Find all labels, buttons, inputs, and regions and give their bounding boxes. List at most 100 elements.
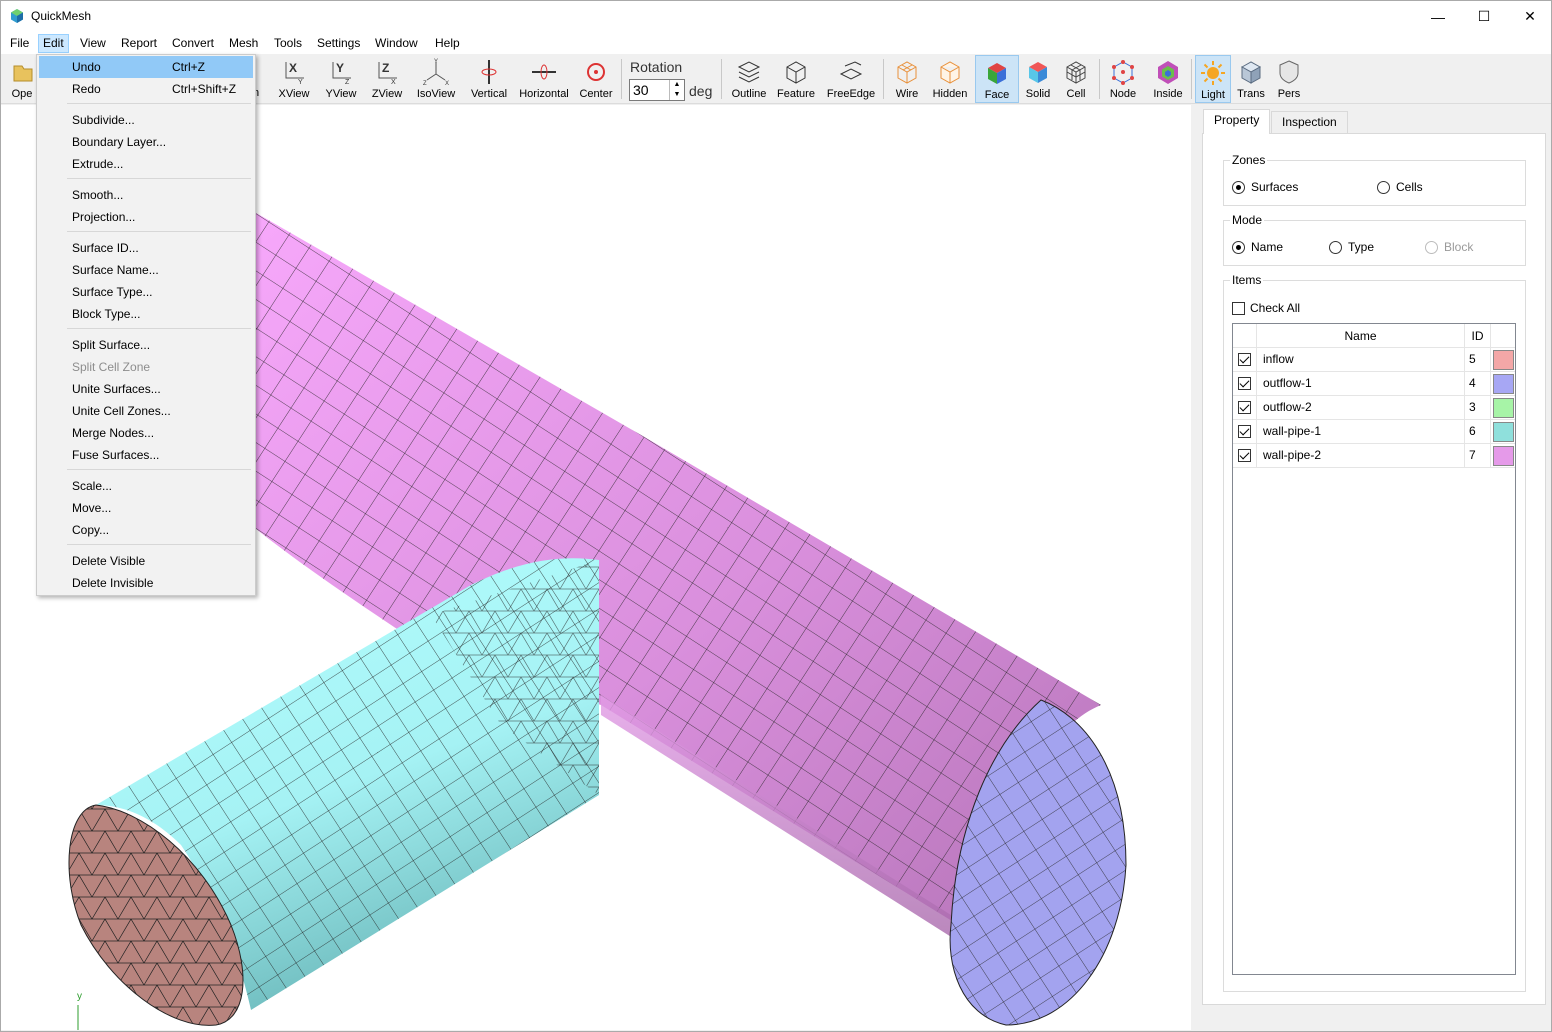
menu-separator [67, 328, 251, 329]
menu-item-unite-cell-zones[interactable]: Unite Cell Zones... [39, 400, 253, 422]
row-color-swatch[interactable] [1493, 350, 1514, 370]
row-name: wall-pipe-2 [1257, 444, 1465, 468]
menu-report[interactable]: Report [117, 34, 161, 53]
menu-item-move[interactable]: Move... [39, 497, 253, 519]
menu-item-surface-id[interactable]: Surface ID... [39, 237, 253, 259]
panel-splitter[interactable] [1191, 105, 1201, 1030]
node-button[interactable]: Node [1105, 55, 1141, 103]
menu-edit[interactable]: Edit [38, 34, 69, 53]
menu-view[interactable]: View [76, 34, 110, 53]
xview-button[interactable]: XY XView [273, 55, 315, 103]
row-checkbox[interactable] [1238, 353, 1251, 366]
row-color-swatch[interactable] [1493, 422, 1514, 442]
wire-button[interactable]: Wire [889, 55, 925, 103]
y-view-icon: YZ [332, 61, 351, 86]
menu-item-redo[interactable]: Redo Ctrl+Shift+Z [39, 78, 253, 100]
menu-item-fuse-surfaces[interactable]: Fuse Surfaces... [39, 444, 253, 466]
menu-item-block-type[interactable]: Block Type... [39, 303, 253, 325]
items-table: Name ID inflow 5 outflow-1 4 outflow-2 3… [1232, 323, 1516, 975]
maximize-button[interactable]: ☐ [1461, 1, 1507, 32]
minimize-button[interactable]: — [1415, 1, 1461, 32]
zview-button[interactable]: ZX ZView [366, 55, 408, 103]
yview-button[interactable]: YZ YView [320, 55, 362, 103]
menu-tools[interactable]: Tools [270, 34, 306, 53]
menu-item-smooth[interactable]: Smooth... [39, 184, 253, 206]
menu-help[interactable]: Help [431, 34, 464, 53]
table-row[interactable]: inflow 5 [1233, 348, 1515, 372]
sun-icon [1201, 61, 1225, 85]
menu-convert[interactable]: Convert [168, 34, 218, 53]
row-checkbox[interactable] [1238, 425, 1251, 438]
row-color-swatch[interactable] [1493, 446, 1514, 466]
row-checkbox[interactable] [1238, 377, 1251, 390]
row-name: wall-pipe-1 [1257, 420, 1465, 444]
cell-button[interactable]: Cell [1060, 55, 1092, 103]
header-check-column [1233, 324, 1257, 348]
z-view-icon: ZX [378, 61, 397, 86]
menu-item-surface-type[interactable]: Surface Type... [39, 281, 253, 303]
pers-button[interactable]: Pers [1272, 55, 1306, 103]
spin-up-icon[interactable]: ▲ [670, 80, 684, 90]
table-row[interactable]: wall-pipe-1 6 [1233, 420, 1515, 444]
mode-block-radio: Block [1425, 240, 1473, 254]
menu-settings[interactable]: Settings [313, 34, 364, 53]
menu-item-split-surface[interactable]: Split Surface... [39, 334, 253, 356]
row-color-swatch[interactable] [1493, 374, 1514, 394]
center-button[interactable]: Center [576, 55, 616, 103]
open-button[interactable]: Ope [5, 55, 39, 103]
inside-button[interactable]: Inside [1149, 55, 1187, 103]
menu-item-subdivide[interactable]: Subdivide... [39, 109, 253, 131]
menu-item-scale[interactable]: Scale... [39, 475, 253, 497]
row-color-swatch[interactable] [1493, 398, 1514, 418]
close-button[interactable]: ✕ [1507, 1, 1552, 32]
menu-item-merge-nodes[interactable]: Merge Nodes... [39, 422, 253, 444]
menu-item-projection[interactable]: Projection... [39, 206, 253, 228]
header-name[interactable]: Name [1257, 324, 1465, 348]
perspective-shield-icon [1279, 60, 1299, 84]
rotation-spinner[interactable]: ▲ ▼ [669, 80, 684, 100]
edit-menu-dropdown: Undo Ctrl+Z Redo Ctrl+Shift+Z Subdivide...… [36, 54, 256, 596]
trans-button[interactable]: Trans [1234, 55, 1268, 103]
freeedge-button[interactable]: FreeEdge [824, 55, 878, 103]
table-row[interactable]: outflow-1 4 [1233, 372, 1515, 396]
hidden-button[interactable]: Hidden [929, 55, 971, 103]
solid-button[interactable]: Solid [1022, 55, 1054, 103]
menu-window[interactable]: Window [371, 34, 422, 53]
menu-item-surface-name[interactable]: Surface Name... [39, 259, 253, 281]
menu-mesh[interactable]: Mesh [225, 34, 262, 53]
header-id[interactable]: ID [1465, 324, 1491, 348]
tab-property[interactable]: Property [1203, 109, 1271, 134]
mode-name-radio[interactable]: Name [1232, 240, 1283, 254]
minimize-icon: — [1431, 8, 1445, 25]
mode-type-radio[interactable]: Type [1329, 240, 1374, 254]
tab-inspection[interactable]: Inspection [1271, 111, 1348, 133]
feature-button[interactable]: Feature [774, 55, 818, 103]
menu-file[interactable]: File [6, 34, 33, 53]
menu-item-extrude[interactable]: Extrude... [39, 153, 253, 175]
table-row[interactable]: outflow-2 3 [1233, 396, 1515, 420]
svg-text:X: X [289, 61, 297, 75]
menu-item-delete-visible[interactable]: Delete Visible [39, 550, 253, 572]
cell-mesh-icon [1066, 61, 1086, 84]
row-checkbox[interactable] [1238, 401, 1251, 414]
zones-cells-radio[interactable]: Cells [1377, 180, 1423, 194]
menu-item-delete-invisible[interactable]: Delete Invisible [39, 572, 253, 594]
light-button[interactable]: Light [1195, 55, 1231, 103]
table-row[interactable]: wall-pipe-2 7 [1233, 444, 1515, 468]
row-checkbox[interactable] [1238, 449, 1251, 462]
menu-item-copy[interactable]: Copy... [39, 519, 253, 541]
spin-down-icon[interactable]: ▼ [670, 90, 684, 100]
check-all-checkbox[interactable]: Check All [1232, 301, 1300, 315]
iso-view-icon: Y Z X [423, 59, 449, 86]
horizontal-button[interactable]: Horizontal [516, 55, 572, 103]
menu-item-boundary-layer[interactable]: Boundary Layer... [39, 131, 253, 153]
vertical-button[interactable]: Vertical [466, 55, 512, 103]
maximize-icon: ☐ [1477, 8, 1491, 24]
zones-surfaces-radio[interactable]: Surfaces [1232, 180, 1298, 194]
menu-item-undo[interactable]: Undo Ctrl+Z [39, 56, 253, 78]
isoview-button[interactable]: YZX IsoView [413, 55, 459, 103]
toolbar-separator [883, 59, 884, 99]
outline-button[interactable]: Outline [728, 55, 770, 103]
face-button[interactable]: Face [975, 55, 1019, 103]
menu-item-unite-surfaces[interactable]: Unite Surfaces... [39, 378, 253, 400]
